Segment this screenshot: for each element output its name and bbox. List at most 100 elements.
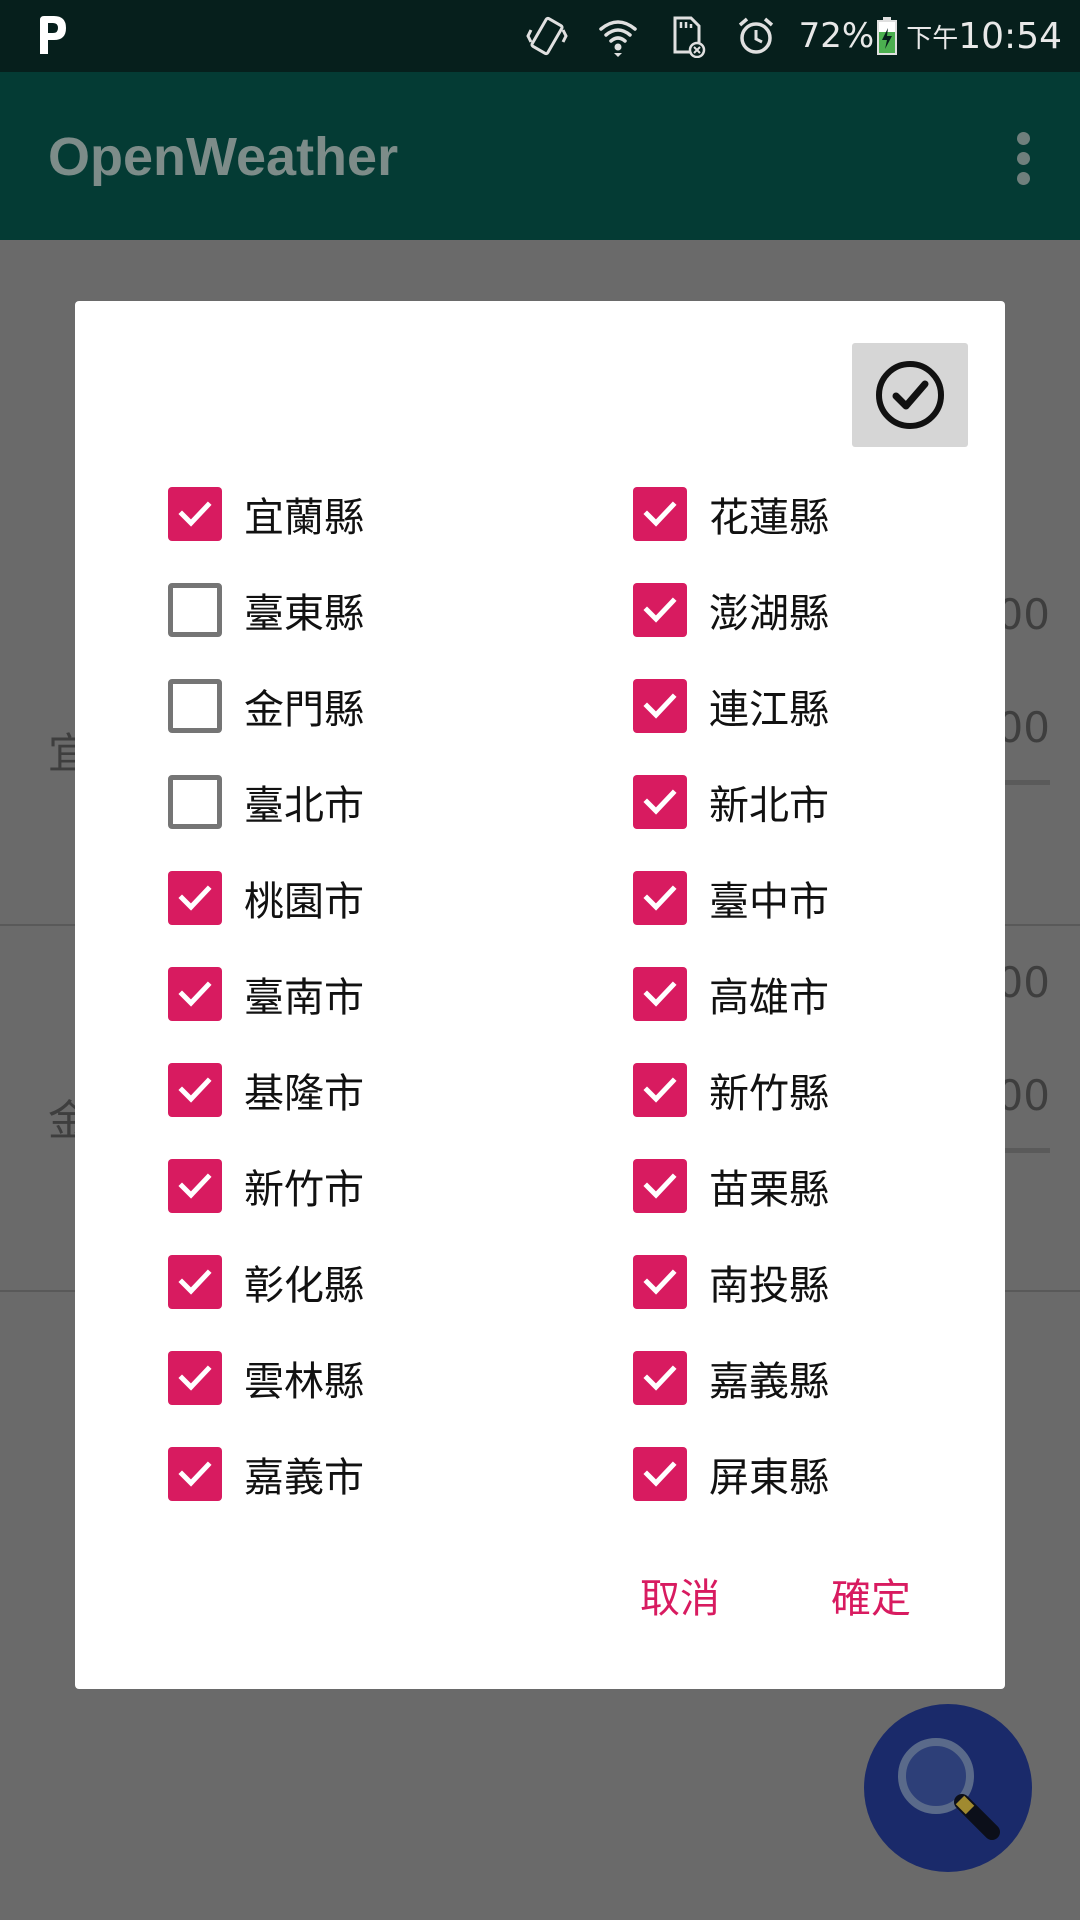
region-select-dialog: 宜蘭縣臺東縣金門縣臺北市桃園市臺南市基隆市新竹市彰化縣雲林縣嘉義市 花蓮縣澎湖縣…	[75, 301, 1005, 1689]
cancel-button[interactable]: 取消	[640, 1566, 720, 1624]
checkbox-row[interactable]: 嘉義縣	[633, 1342, 829, 1414]
checkbox-row[interactable]: 新竹縣	[633, 1054, 829, 1126]
checkbox-checked[interactable]	[168, 487, 222, 541]
check-circle-icon	[876, 361, 944, 429]
checkbox-checked[interactable]	[168, 967, 222, 1021]
checkbox-checked[interactable]	[633, 1063, 687, 1117]
checkbox-unchecked[interactable]	[168, 679, 222, 733]
checkmark-icon	[643, 1173, 677, 1199]
checkmark-icon	[643, 501, 677, 527]
sd-card-icon	[673, 16, 705, 58]
checkbox-checked[interactable]	[633, 1447, 687, 1501]
checkbox-label: 基隆市	[244, 1071, 364, 1117]
checkbox-label: 臺東縣	[244, 591, 364, 637]
checkmark-icon	[643, 1077, 677, 1103]
ampm-label: 下午	[906, 23, 959, 54]
checkbox-label: 花蓮縣	[709, 495, 829, 541]
checkbox-row[interactable]: 連江縣	[633, 670, 829, 742]
checkbox-row[interactable]: 苗栗縣	[633, 1150, 829, 1222]
checkbox-row[interactable]: 臺南市	[168, 958, 364, 1030]
wifi-icon	[598, 20, 637, 57]
checkbox-label: 桃園市	[244, 879, 364, 925]
checkbox-checked[interactable]	[633, 775, 687, 829]
vibrate-icon	[525, 16, 568, 56]
checkbox-row[interactable]: 屏東縣	[633, 1438, 829, 1510]
checkmark-icon	[178, 981, 212, 1007]
checkmark-icon	[178, 1461, 212, 1487]
checkbox-row[interactable]: 新竹市	[168, 1150, 364, 1222]
checkmark-icon	[178, 1365, 212, 1391]
checkbox-checked[interactable]	[168, 1063, 222, 1117]
checkmark-icon	[643, 597, 677, 623]
select-all-button[interactable]	[852, 343, 968, 447]
checkbox-checked[interactable]	[168, 1255, 222, 1309]
checkmark-icon	[643, 981, 677, 1007]
checkmark-icon	[178, 1173, 212, 1199]
checkbox-label: 新北市	[709, 783, 829, 829]
checkbox-row[interactable]: 臺東縣	[168, 574, 364, 646]
checkbox-label: 南投縣	[709, 1263, 829, 1309]
checkbox-row[interactable]: 宜蘭縣	[168, 478, 364, 550]
checkmark-icon	[178, 885, 212, 911]
app-bar: OpenWeather	[0, 72, 1080, 240]
checkmark-icon	[178, 501, 212, 527]
app-title: OpenWeather	[48, 127, 399, 187]
checkbox-row[interactable]: 花蓮縣	[633, 478, 829, 550]
checkbox-label: 澎湖縣	[709, 591, 829, 637]
checkmark-icon	[643, 1269, 677, 1295]
checkbox-label: 新竹縣	[709, 1071, 829, 1117]
checkbox-row[interactable]: 金門縣	[168, 670, 364, 742]
checkbox-label: 嘉義市	[244, 1455, 364, 1501]
checkbox-label: 苗栗縣	[709, 1167, 829, 1213]
checkbox-row[interactable]: 新北市	[633, 766, 829, 838]
checkbox-checked[interactable]	[168, 1447, 222, 1501]
checkbox-row[interactable]: 嘉義市	[168, 1438, 364, 1510]
search-fab[interactable]	[864, 1704, 1032, 1872]
checkbox-unchecked[interactable]	[168, 583, 222, 637]
checkbox-label: 高雄市	[709, 975, 829, 1021]
checkbox-row[interactable]: 澎湖縣	[633, 574, 829, 646]
checkbox-checked[interactable]	[633, 1255, 687, 1309]
checkbox-label: 屏東縣	[709, 1455, 829, 1501]
checkmark-icon	[178, 1269, 212, 1295]
checkbox-checked[interactable]	[633, 967, 687, 1021]
status-bar: 72% 下午 10:54	[0, 0, 1080, 72]
checkmark-icon	[643, 885, 677, 911]
checkbox-label: 新竹市	[244, 1167, 364, 1213]
alarm-icon	[738, 17, 773, 54]
checkbox-checked[interactable]	[633, 679, 687, 733]
checkbox-label: 連江縣	[709, 687, 829, 733]
checkbox-label: 彰化縣	[244, 1263, 364, 1309]
checkbox-checked[interactable]	[633, 487, 687, 541]
checkbox-row[interactable]: 臺中市	[633, 862, 829, 934]
checkmark-icon	[643, 789, 677, 815]
checkbox-checked[interactable]	[168, 1351, 222, 1405]
checkmark-icon	[643, 1365, 677, 1391]
checkbox-row[interactable]: 臺北市	[168, 766, 364, 838]
ok-button[interactable]: 確定	[831, 1566, 911, 1624]
checkbox-row[interactable]: 基隆市	[168, 1054, 364, 1126]
checkbox-checked[interactable]	[633, 1351, 687, 1405]
checkbox-checked[interactable]	[633, 871, 687, 925]
checkbox-row[interactable]: 南投縣	[633, 1246, 829, 1318]
checkbox-label: 臺北市	[244, 783, 364, 829]
checkbox-label: 嘉義縣	[709, 1359, 829, 1405]
checkmark-icon	[178, 1077, 212, 1103]
checkbox-label: 宜蘭縣	[244, 495, 364, 541]
checkbox-checked[interactable]	[633, 1159, 687, 1213]
clock: 10:54	[958, 15, 1062, 57]
checkbox-row[interactable]: 彰化縣	[168, 1246, 364, 1318]
checkbox-label: 臺中市	[709, 879, 829, 925]
checkbox-checked[interactable]	[168, 1159, 222, 1213]
checkbox-row[interactable]: 桃園市	[168, 862, 364, 934]
checkbox-row[interactable]: 高雄市	[633, 958, 829, 1030]
overflow-menu-icon[interactable]	[1004, 130, 1044, 186]
checkbox-row[interactable]: 雲林縣	[168, 1342, 364, 1414]
battery-charging-icon	[877, 17, 898, 55]
checkbox-checked[interactable]	[633, 583, 687, 637]
p-app-icon	[40, 16, 66, 54]
checkbox-unchecked[interactable]	[168, 775, 222, 829]
checkbox-label: 金門縣	[244, 687, 364, 733]
checkmark-icon	[643, 693, 677, 719]
checkbox-checked[interactable]	[168, 871, 222, 925]
